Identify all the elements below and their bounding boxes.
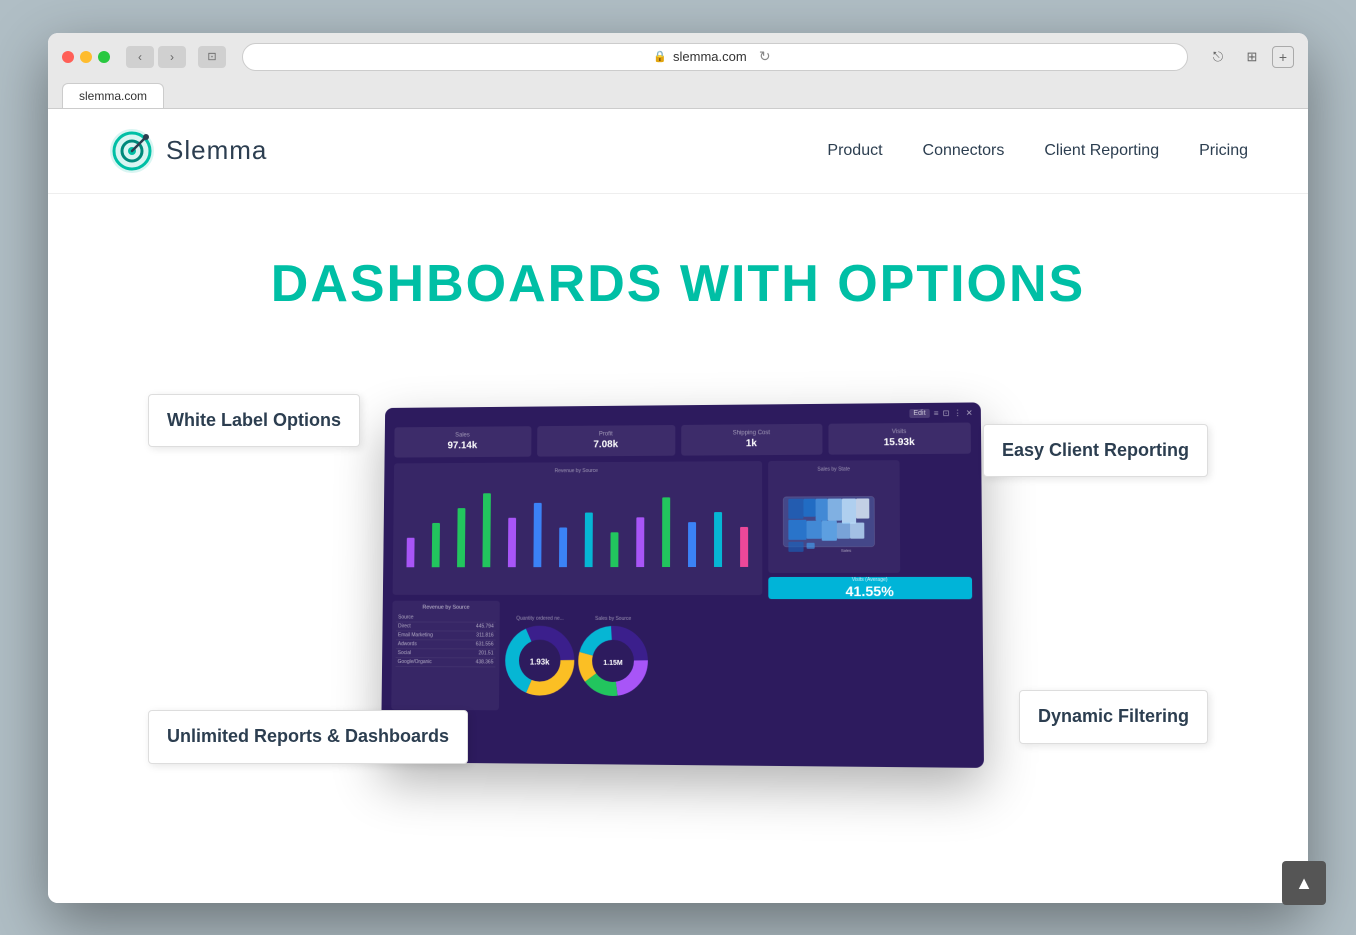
table-row-adwords: Adwords631.556	[396, 640, 496, 649]
bar-13	[714, 512, 722, 567]
bar-6	[533, 502, 541, 566]
nav-product[interactable]: Product	[827, 142, 882, 160]
nav-client-reporting[interactable]: Client Reporting	[1044, 142, 1159, 160]
site-nav: Product Connectors Client Reporting Pric…	[827, 142, 1248, 160]
table-row-social: Social201.51	[396, 649, 496, 658]
bar-4	[482, 493, 490, 567]
stat-profit: Profit 7.08k	[537, 425, 676, 457]
sales-by-state-map: Sales by State	[768, 460, 900, 573]
svg-text:Sales: Sales	[841, 547, 851, 552]
logo[interactable]: Slemma	[108, 127, 267, 175]
table-row-direct: Direct445.794	[396, 622, 496, 631]
reader-button[interactable]: ⊡	[198, 46, 226, 68]
bar-14	[740, 526, 748, 566]
hero-title: DASHBOARDS WITH OPTIONS	[128, 254, 1228, 314]
callout-easy-client: Easy Client Reporting	[983, 424, 1208, 477]
mockup-stats-row: Sales 97.14k Profit 7.08k Shipping Cost …	[385, 402, 982, 463]
mockup-charts-row: Revenue by Source	[383, 459, 983, 601]
mockup-bottom-row: Revenue by Source Source Direct445.794 E…	[381, 600, 983, 723]
stat-visits: Visits 15.93k	[828, 422, 971, 454]
bar-9	[610, 532, 618, 567]
table-row-email: Email Marketing311.816	[396, 631, 496, 640]
bar-10	[636, 517, 644, 567]
visits-average-card: Visits (Average) 41.55%	[768, 576, 972, 598]
table-row-google: Google/Organic438.365	[396, 658, 496, 667]
donut-chart-2: 1.15M	[578, 625, 648, 695]
callout-easy-client-text: Easy Client Reporting	[1002, 440, 1189, 460]
back-button[interactable]: ‹	[126, 46, 154, 68]
reload-button[interactable]: ↻	[753, 45, 777, 69]
mockup-toolbar: Edit ≡ ⊡ ⋮ ✕	[909, 408, 972, 418]
us-map-svg: Sales	[778, 486, 890, 557]
callout-dynamic-filtering-text: Dynamic Filtering	[1038, 706, 1189, 726]
callout-white-label: White Label Options	[148, 394, 360, 447]
new-tab-button[interactable]: +	[1272, 46, 1294, 68]
revenue-source-table: Revenue by Source Source Direct445.794 E…	[391, 600, 500, 710]
forward-button[interactable]: ›	[158, 46, 186, 68]
scroll-to-top-button[interactable]: ▲	[1282, 861, 1326, 905]
callout-white-label-text: White Label Options	[167, 410, 341, 430]
stat-sales: Sales 97.14k	[394, 426, 531, 457]
table-header: Source	[396, 613, 496, 622]
bar-chart-bars	[397, 477, 758, 567]
url-text: slemma.com	[673, 49, 747, 64]
callout-unlimited-text: Unlimited Reports & Dashboards	[167, 726, 449, 746]
bar-1	[406, 537, 414, 567]
bar-11	[662, 497, 670, 567]
bar-7	[559, 527, 567, 567]
page-content: Slemma Product Connectors Client Reporti…	[48, 109, 1308, 903]
bar-3	[457, 508, 465, 567]
hero-section: DASHBOARDS WITH OPTIONS	[48, 194, 1308, 874]
share-button[interactable]: ⎋	[1204, 46, 1232, 68]
bar-5	[508, 517, 516, 566]
logo-text: Slemma	[166, 135, 267, 166]
nav-pricing[interactable]: Pricing	[1199, 142, 1248, 160]
dashboard-area: White Label Options Unlimited Reports & …	[128, 374, 1228, 794]
callout-unlimited-reports: Unlimited Reports & Dashboards	[148, 710, 468, 763]
logo-icon	[108, 127, 156, 175]
browser-window: ‹ › ⊡ 🔒 slemma.com ↻ ⎋ ⊞ + slemma.com	[48, 33, 1308, 903]
browser-tab[interactable]: slemma.com	[62, 83, 164, 108]
site-header: Slemma Product Connectors Client Reporti…	[48, 109, 1308, 194]
svg-text:1.15M: 1.15M	[603, 659, 623, 666]
bar-8	[585, 512, 593, 567]
donut-charts: Quantity ordered ne... 1.93k	[505, 600, 973, 713]
address-bar[interactable]: 🔒 slemma.com ↻	[242, 43, 1188, 71]
bar-12	[688, 522, 696, 567]
revenue-bar-chart: Revenue by Source	[393, 461, 763, 595]
maximize-button[interactable]	[98, 51, 110, 63]
close-button[interactable]	[62, 51, 74, 63]
nav-connectors[interactable]: Connectors	[923, 142, 1005, 160]
minimize-button[interactable]	[80, 51, 92, 63]
svg-text:1.93k: 1.93k	[530, 657, 550, 666]
traffic-lights	[62, 51, 110, 63]
callout-dynamic-filtering: Dynamic Filtering	[1019, 690, 1208, 743]
sidebar-button[interactable]: ⊞	[1238, 46, 1266, 68]
donut-chart-1: 1.93k	[505, 625, 575, 695]
lock-icon: 🔒	[653, 50, 667, 63]
stat-shipping: Shipping Cost 1k	[681, 423, 822, 455]
dashboard-mockup: Edit ≡ ⊡ ⋮ ✕ Sales 97.14k Profit	[381, 402, 984, 768]
bar-2	[432, 522, 440, 566]
edit-btn[interactable]: Edit	[909, 408, 929, 417]
browser-chrome: ‹ › ⊡ 🔒 slemma.com ↻ ⎋ ⊞ + slemma.com	[48, 33, 1308, 109]
